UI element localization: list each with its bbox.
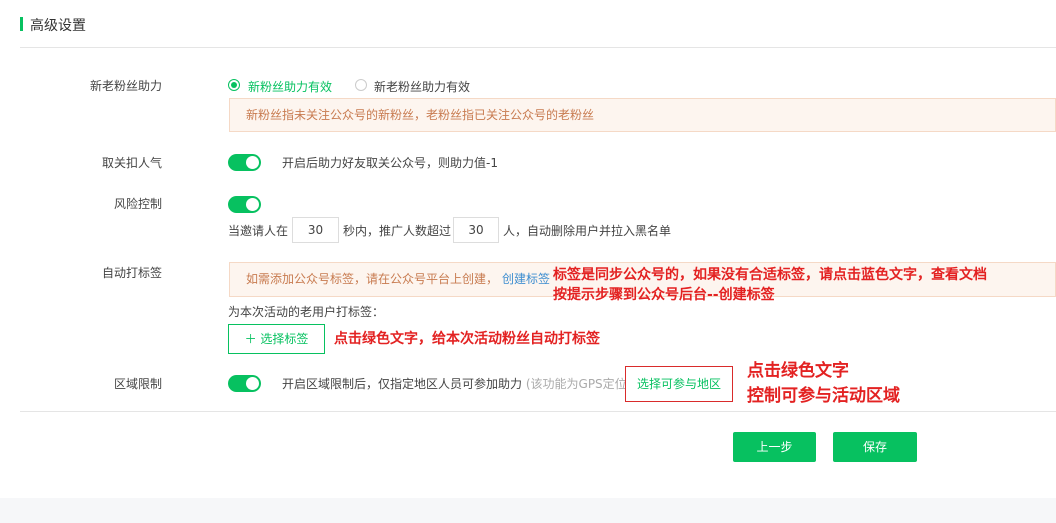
- region-toggle[interactable]: [228, 375, 261, 392]
- radio-selected-icon: [228, 79, 240, 91]
- old-user-tag-label: 为本次活动的老用户打标签：: [228, 305, 385, 319]
- region-desc: 开启区域限制后，仅指定地区人员可参加助力 (该功能为GPS定位): [282, 375, 631, 392]
- fan-help-label: 新老粉丝助力: [89, 79, 162, 93]
- section-title: 高级设置: [30, 18, 86, 34]
- annotation-region-control: 控制可参与活动区域: [747, 386, 900, 406]
- risk-count-input[interactable]: 30: [453, 217, 499, 243]
- annotation-tag-sync: 标签是同步公众号的，如果没有合适标签，请点击蓝色文字，查看文档: [553, 267, 987, 283]
- unfollow-desc: 开启后助力好友取关公众号，则助力值-1: [282, 156, 498, 170]
- radio-all-fans[interactable]: 新老粉丝助力有效: [355, 78, 505, 94]
- unfollow-label: 取关扣人气: [101, 156, 162, 170]
- radio-unselected-icon: [355, 79, 367, 91]
- annotation-region-click: 点击绿色文字: [747, 361, 849, 381]
- risk-text-mid: 秒内，推广人数超过: [343, 224, 452, 238]
- annotation-create-tag-steps: 按提示步骤到公众号后台--创建标签: [553, 287, 775, 303]
- risk-text-before: 当邀请人在: [228, 224, 289, 238]
- section-accent-bar: [20, 17, 23, 31]
- page-footer-band: [0, 498, 1056, 523]
- auto-tag-label: 自动打标签: [101, 266, 162, 280]
- risk-label: 风险控制: [113, 197, 162, 211]
- auto-tag-tip-text: 如需添加公众号标签，请在公众号平台上创建，: [246, 272, 499, 286]
- select-region-button[interactable]: 选择可参与地区: [625, 366, 733, 402]
- divider: [20, 47, 1056, 48]
- prev-step-button[interactable]: 上一步: [733, 432, 816, 462]
- risk-text-after: 人，自动删除用户并拉入黑名单: [503, 224, 672, 238]
- risk-seconds-input[interactable]: 30: [292, 217, 339, 243]
- region-gps-note: (该功能为GPS定位): [525, 377, 632, 391]
- region-desc-text: 开启区域限制后，仅指定地区人员可参加助力: [282, 377, 523, 391]
- annotation-select-tag: 点击绿色文字，给本次活动粉丝自动打标签: [334, 331, 600, 347]
- unfollow-toggle[interactable]: [228, 154, 261, 171]
- risk-toggle[interactable]: [228, 196, 261, 213]
- region-label: 区域限制: [113, 377, 162, 391]
- fan-help-tip: 新粉丝指未关注公众号的新粉丝，老粉丝指已关注公众号的老粉丝: [229, 98, 1056, 132]
- select-tag-button[interactable]: ＋ 选择标签: [228, 324, 325, 354]
- radio-new-fans-label: 新粉丝助力有效: [248, 80, 333, 94]
- save-button[interactable]: 保存: [833, 432, 917, 462]
- radio-all-fans-label: 新老粉丝助力有效: [374, 80, 471, 94]
- bottom-divider: [20, 411, 1056, 412]
- create-tag-link[interactable]: 创建标签: [502, 272, 550, 286]
